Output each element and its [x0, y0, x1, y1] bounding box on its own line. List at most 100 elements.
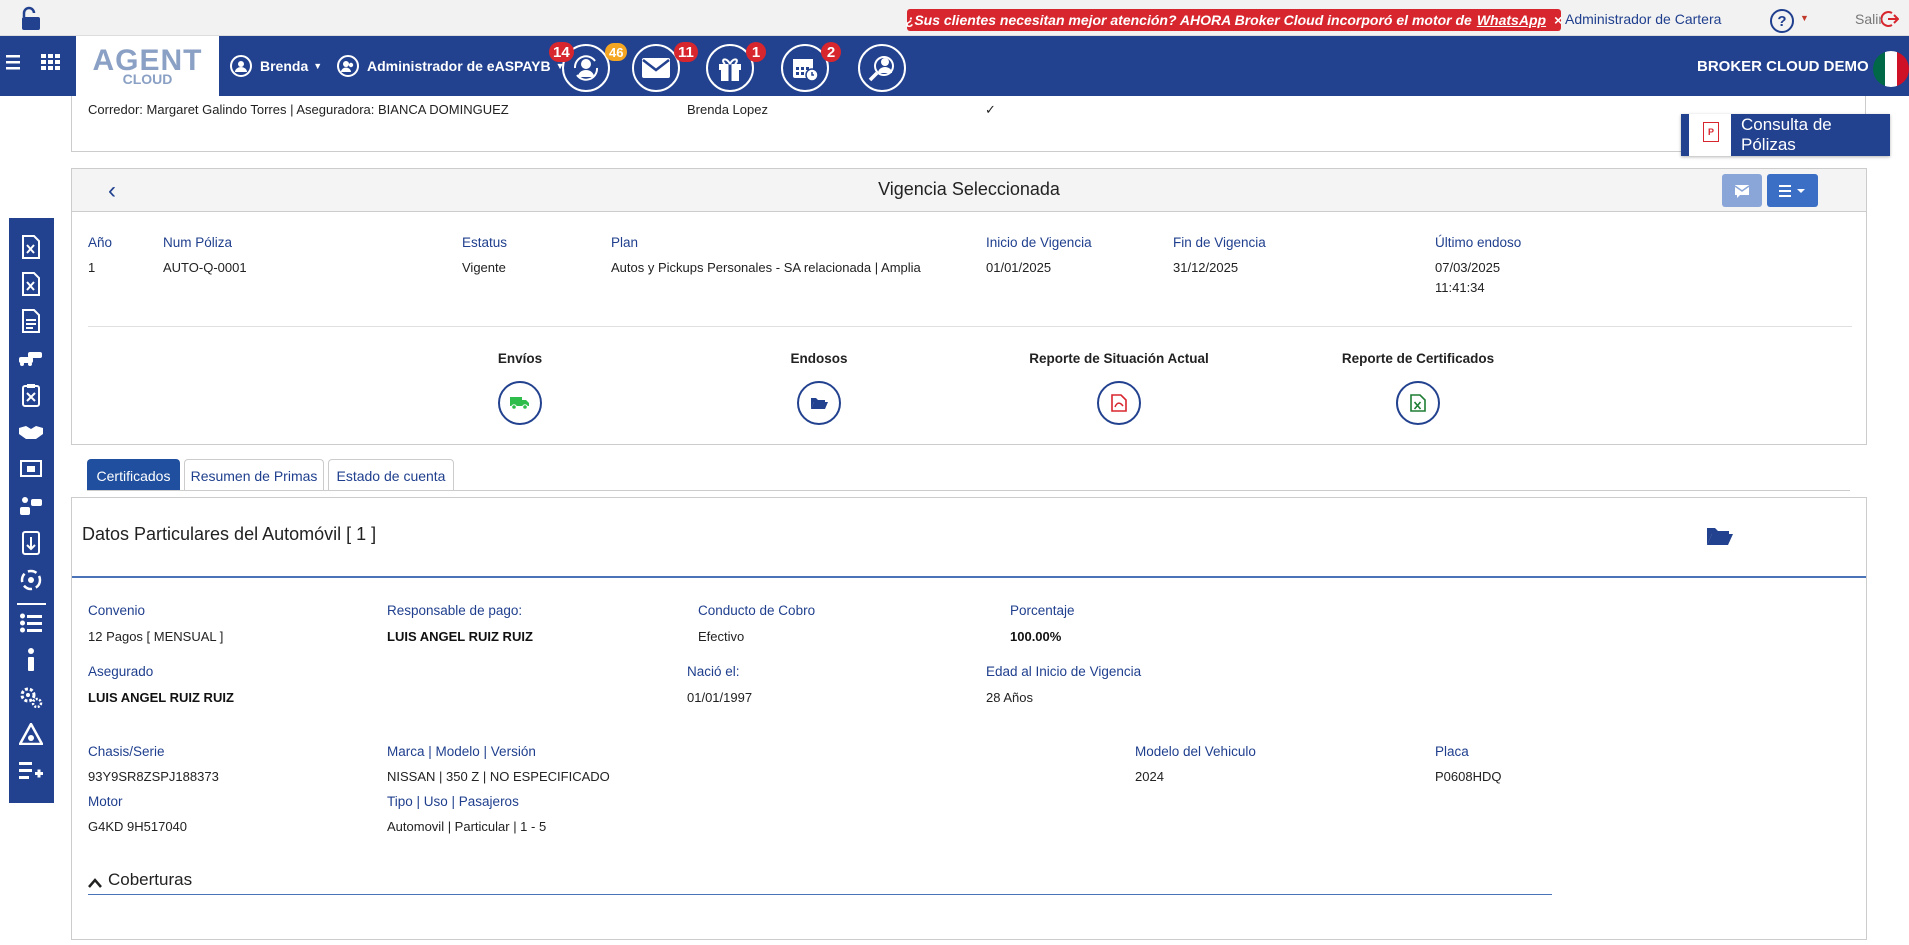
folder-open-icon[interactable] [797, 381, 841, 425]
unlock-icon[interactable] [18, 6, 44, 35]
vehicle-claim-icon[interactable] [18, 493, 44, 519]
check-mark: ✓ [985, 102, 996, 117]
label-conducto-cobro: Conducto de Cobro [698, 603, 816, 618]
search-user-button[interactable] [858, 44, 906, 92]
value-inicio-vigencia: 01/01/2025 [986, 260, 1052, 275]
value-nacio: 01/01/1997 [687, 690, 753, 705]
label-tipo: Tipo | Uso | Pasajeros [387, 794, 519, 809]
label-edad: Edad al Inicio de Vigencia [986, 664, 1142, 679]
admin-menu[interactable]: Administrador de eASPAYB ▼ [337, 36, 565, 96]
excel-report-icon[interactable] [1396, 381, 1440, 425]
promo-text: ¿Sus clientes necesitan mejor atención? … [905, 12, 1472, 28]
certificado-divider [72, 576, 1866, 578]
close-icon[interactable]: × [1554, 12, 1562, 28]
admin-label: Administrador de eASPAYB [367, 58, 551, 74]
tab-resumen-primas[interactable]: Resumen de Primas [184, 459, 324, 491]
value-fin-vigencia: 31/12/2025 [1173, 260, 1239, 275]
value-placa: P0608HDQ [1435, 769, 1502, 784]
users-group-icon [337, 55, 359, 77]
label-asegurado: Asegurado [88, 664, 154, 679]
policy-summary-row: Corredor: Margaret Galindo Torres | Aseg… [71, 96, 1866, 152]
promo-banner[interactable]: ¿Sus clientes necesitan mejor atención? … [905, 9, 1562, 31]
value-motor: G4KD 9H517040 [88, 819, 188, 834]
excel-export-icon[interactable] [18, 271, 44, 297]
role-link[interactable]: Administrador de Cartera [1565, 11, 1721, 27]
group-cycle-icon[interactable] [18, 567, 44, 593]
gifts-badge: 1 [746, 42, 766, 62]
options-menu-button[interactable] [1767, 174, 1818, 207]
corredor-info: Corredor: Margaret Galindo Torres | Aseg… [88, 102, 509, 117]
certificado-title: Datos Particulares del Automóvil [ 1 ] [82, 524, 377, 544]
vigencia-title: Vigencia Seleccionada [878, 179, 1060, 199]
label-porcentaje: Porcentaje [1010, 603, 1075, 618]
info-icon[interactable] [18, 647, 44, 673]
vehicles-icon[interactable] [18, 345, 44, 371]
label-responsable-pago: Responsable de pago: [387, 603, 523, 618]
warning-triangle-icon[interactable] [18, 721, 44, 747]
value-edad: 28 Años [986, 690, 1033, 705]
send-mail-button[interactable] [1722, 174, 1762, 207]
whatsapp-link[interactable]: WhatsApp [1477, 12, 1546, 28]
pdf-icon: P [1703, 122, 1719, 142]
value-ultimo-endoso-hora: 11:41:34 [1435, 280, 1485, 295]
label-placa: Placa [1435, 744, 1469, 759]
mexico-flag-icon[interactable] [1873, 51, 1909, 87]
left-sidebar [9, 218, 54, 803]
tab-estado-cuenta[interactable]: Estado de cuenta [328, 459, 454, 491]
value-num-poliza: AUTO-Q-0001 [163, 260, 247, 275]
label-motor: Motor [88, 794, 123, 809]
hamburger-menu-icon[interactable] [6, 54, 20, 73]
value-modelo-vehiculo: 2024 [1135, 769, 1164, 784]
value-responsable-pago: LUIS ANGEL RUIZ RUIZ [387, 629, 533, 644]
label-ultimo-endoso: Último endoso [1435, 235, 1522, 250]
transfer-document-icon[interactable] [18, 530, 44, 556]
value-tipo: Automovil | Particular | 1 - 5 [387, 819, 547, 834]
logout-icon[interactable] [1880, 10, 1900, 33]
handshake-icon[interactable] [18, 419, 44, 445]
label-anio: Año [88, 235, 113, 250]
add-list-icon[interactable] [18, 758, 44, 784]
coberturas-label: Coberturas [108, 870, 193, 889]
document-icon[interactable] [18, 308, 44, 334]
excel-file-icon[interactable] [18, 234, 44, 260]
endosos-label: Endosos [790, 351, 848, 366]
list-icon[interactable] [18, 610, 44, 636]
agent-cloud-logo[interactable]: AGENT CLOUD [76, 36, 219, 96]
folder-open-icon[interactable] [1706, 526, 1734, 549]
consulta-polizas-button[interactable]: P Consulta de Pólizas [1681, 114, 1890, 156]
value-porcentaje: 100.00% [1010, 629, 1062, 644]
tab-certificados[interactable]: Certificados [87, 459, 180, 491]
apps-grid-icon[interactable] [41, 54, 61, 73]
messages-button[interactable] [632, 44, 680, 92]
tabs-baseline [87, 490, 1850, 491]
value-chasis: 93Y9SR8ZSPJ188373 [88, 769, 219, 784]
label-estatus: Estatus [462, 235, 508, 250]
chevron-down-icon: ▼ [313, 61, 323, 71]
user-menu[interactable]: Brenda ▼ [230, 36, 322, 96]
value-marca: NISSAN | 350 Z | NO ESPECIFICADO [387, 769, 610, 784]
clipboard-x-icon[interactable] [18, 382, 44, 408]
truck-icon[interactable] [498, 381, 542, 425]
help-icon[interactable]: ? [1770, 9, 1794, 33]
logout-link[interactable]: Salir [1855, 11, 1883, 27]
chevron-up-icon [88, 873, 102, 888]
settings-gears-icon[interactable] [18, 684, 44, 710]
value-asegurado: LUIS ANGEL RUIZ RUIZ [88, 690, 234, 705]
label-chasis: Chasis/Serie [88, 744, 165, 759]
logo-subtext: CLOUD [122, 71, 173, 87]
chevron-down-icon[interactable]: ▼ [1800, 13, 1809, 23]
pdf-report-icon[interactable] [1097, 381, 1141, 425]
label-marca: Marca | Modelo | Versión [387, 744, 536, 759]
coberturas-toggle[interactable]: Coberturas [88, 870, 192, 890]
label-num-poliza: Num Póliza [163, 235, 233, 250]
certificado-panel: Datos Particulares del Automóvil [ 1 ] C… [71, 497, 1867, 940]
label-nacio: Nació el: [687, 664, 740, 679]
value-ultimo-endoso-fecha: 07/03/2025 [1435, 260, 1501, 275]
vigencia-divider [88, 326, 1852, 327]
value-estatus: Vigente [462, 260, 506, 275]
label-convenio: Convenio [88, 603, 146, 618]
presentation-icon[interactable] [18, 456, 44, 482]
top-bar: ¿Sus clientes necesitan mejor atención? … [0, 0, 1909, 36]
value-anio: 1 [88, 260, 96, 275]
clients-badge: 14 [549, 42, 574, 62]
